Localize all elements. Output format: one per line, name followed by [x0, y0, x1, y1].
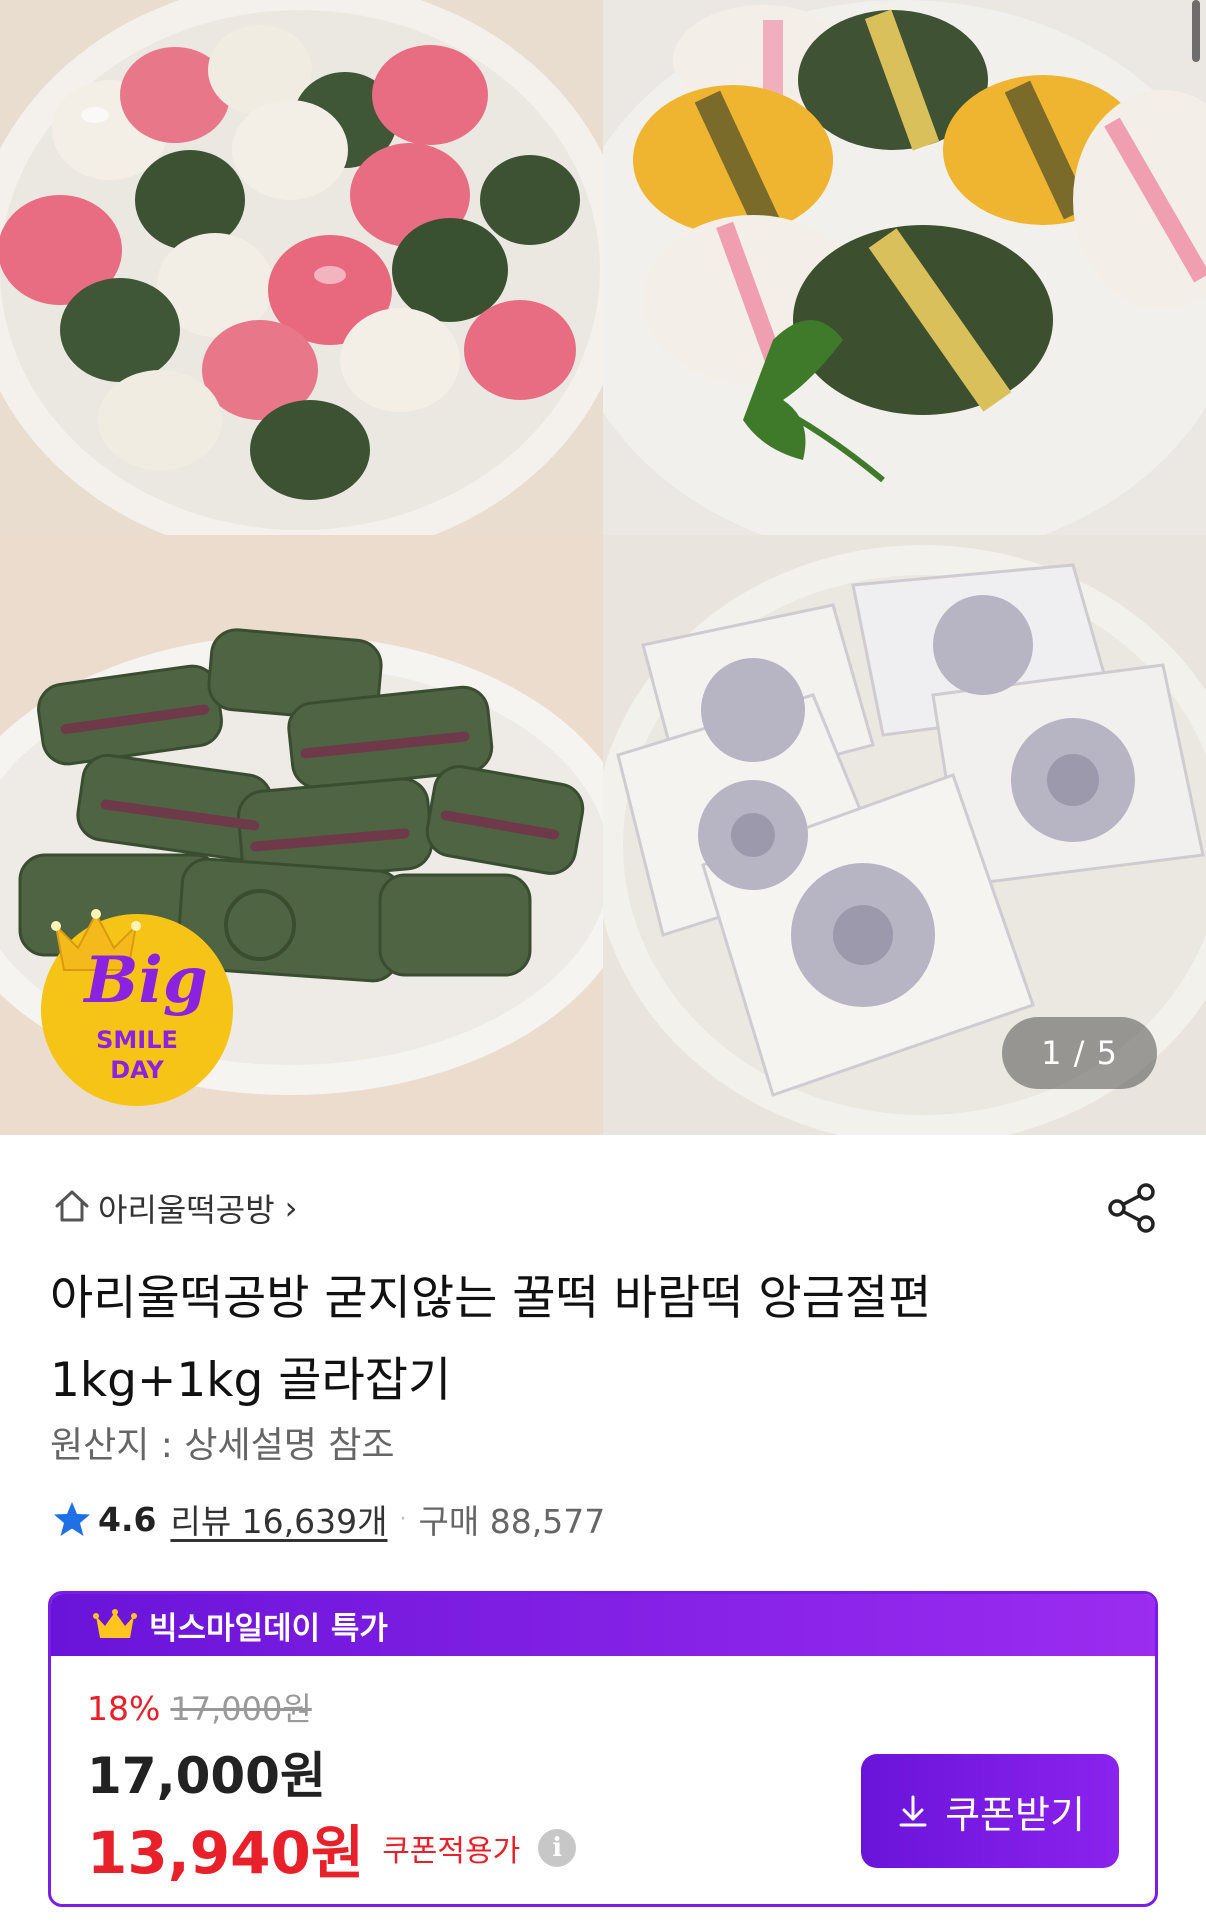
deal-label: 빅스마일데이 특가 [149, 1610, 388, 1647]
product-image-songpyeon [0, 0, 603, 535]
get-coupon-label: 쿠폰받기 [945, 1792, 1085, 1837]
info-icon[interactable]: i [538, 1829, 577, 1867]
coupon-price-row: 13,940원 쿠폰적용가 i [87, 1806, 577, 1890]
store-name: 아리울떡공방 [98, 1191, 275, 1229]
badge-day-text: DAY [110, 1056, 164, 1084]
deal-header: 빅스마일데이 특가 [51, 1594, 1155, 1656]
coupon-price: 13,940원 [87, 1819, 365, 1887]
product-origin: 원산지 : 상세설명 참조 [50, 1425, 395, 1466]
deal-box: 빅스마일데이 특가 18% 17,000원 17,000원 13,940원 쿠폰… [48, 1591, 1158, 1907]
chevron-right-icon: › [284, 1189, 298, 1227]
share-button[interactable] [1104, 1180, 1160, 1236]
store-link[interactable]: 아리울떡공방 › [52, 1180, 297, 1236]
home-icon [52, 1186, 92, 1230]
rating-row: 4.6 리뷰 16,639개 · 구매 88,577 [52, 1494, 605, 1544]
crown-icon [93, 1608, 137, 1642]
download-icon [895, 1793, 931, 1829]
product-image-gallery[interactable]: Big SMILE DAY 1 / 5 [0, 0, 1206, 1135]
big-smile-day-badge: Big SMILE DAY [34, 880, 240, 1110]
coupon-applied-label: 쿠폰적용가 [382, 1834, 521, 1869]
scrollbar[interactable] [1192, 0, 1200, 62]
separator-dot: · [399, 1506, 407, 1532]
product-title: 아리울떡공방 굳지않는 꿀떡 바람떡 앙금절편 1kg+1kg 골라잡기 [50, 1271, 932, 1408]
purchase-count: 구매 88,577 [418, 1502, 606, 1541]
image-counter: 1 / 5 [1002, 1017, 1157, 1089]
get-coupon-button[interactable]: 쿠폰받기 [861, 1754, 1119, 1868]
share-icon [1108, 1183, 1155, 1233]
product-image-kkultteok [603, 0, 1206, 535]
sale-price: 17,000원 [87, 1747, 326, 1805]
rating-score: 4.6 [98, 1499, 157, 1539]
badge-big-text: Big [82, 943, 207, 1018]
discount-row: 18% 17,000원 [87, 1684, 312, 1730]
star-icon [52, 1499, 92, 1539]
review-count-link[interactable]: 리뷰 16,639개 [170, 1495, 387, 1543]
discount-percent: 18% [87, 1689, 161, 1728]
badge-smile-text: SMILE [96, 1026, 178, 1054]
original-price: 17,000원 [170, 1690, 312, 1728]
